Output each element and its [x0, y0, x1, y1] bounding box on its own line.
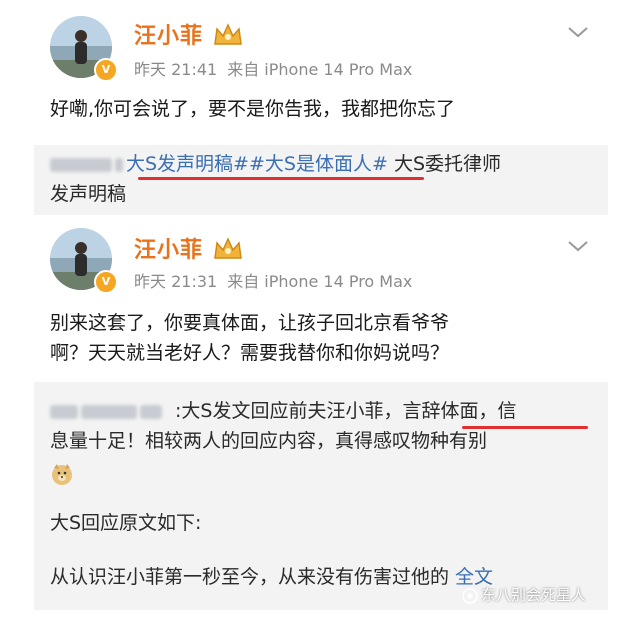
repost-box[interactable]: 大S发声明稿##大S是体面人# 大S委托律师 发声明稿 — [34, 145, 608, 215]
repost-paragraph: 大S回应原文如下: — [50, 512, 202, 534]
hashtag-link[interactable]: #大S是体面人# — [249, 153, 388, 175]
repost-text: 大S委托律师 — [393, 153, 501, 175]
repost-box[interactable]: :大S发文回应前夫汪小菲，言辞体面，信 息量十足！相较两人的回应内容，真得感叹物… — [34, 382, 608, 610]
username[interactable]: 汪小菲 — [134, 232, 203, 264]
post-time: 昨天 21:31 — [134, 272, 218, 291]
blurred-username — [50, 404, 78, 419]
red-underline — [138, 177, 424, 180]
repost-line-1: :大S发文回应前夫汪小菲，言辞体面，信 — [50, 396, 600, 426]
repost-text: :大S发文回应前夫汪小菲，言辞体面，信 — [175, 400, 517, 422]
chevron-down-icon[interactable] — [566, 24, 590, 40]
repost-line-1: 大S发声明稿##大S是体面人# 大S委托律师 — [50, 149, 600, 179]
post-text-line-1: 别来这套了，你要真体面，让孩子回北京看爷爷 — [50, 312, 450, 334]
repost-line-2: 息量十足！相较两人的回应内容，真得感叹物种有别 — [50, 430, 488, 452]
post-meta: 昨天 21:41 来自 iPhone 14 Pro Max — [134, 56, 422, 80]
verified-badge-icon: V — [94, 270, 118, 294]
crown-icon — [214, 237, 242, 259]
blurred-username — [50, 157, 112, 172]
blurred-username — [81, 404, 137, 419]
weibo-post-2: V 汪小菲 昨天 21:31 来自 iPhone 14 Pro Max 别来这套了… — [0, 226, 620, 620]
post-meta: 昨天 21:31 来自 iPhone 14 Pro Max — [134, 268, 422, 292]
doge-emoji-icon — [52, 463, 72, 485]
weibo-post-1: V 汪小菲 昨天 21:41 来自 iPhone 14 Pro Max 好嘞,你可… — [0, 0, 620, 230]
blurred-username — [115, 157, 123, 172]
chevron-down-icon[interactable] — [566, 238, 590, 254]
watermark: 东八别会死星人 — [462, 584, 586, 605]
post-source: 来自 iPhone 14 Pro Max — [227, 272, 413, 291]
hashtag-link[interactable]: 大S发声明稿# — [126, 153, 249, 175]
repost-text: 从认识汪小菲第一秒至今，从来没有伤害过他的 — [50, 566, 450, 588]
repost-emoji-line — [50, 458, 600, 488]
username[interactable]: 汪小菲 — [134, 18, 203, 50]
crown-icon — [214, 23, 242, 45]
verified-badge-icon: V — [94, 58, 118, 82]
post-text-line-2: 啊？天天就当老好人？需要我替你和你妈说吗？ — [50, 342, 450, 364]
repost-line-2: 发声明稿 — [50, 183, 127, 205]
watermark-logo-icon — [462, 587, 478, 604]
watermark-text: 东八别会死星人 — [481, 586, 587, 604]
post-source: 来自 iPhone 14 Pro Max — [227, 60, 413, 79]
blurred-username — [140, 404, 162, 419]
post-text: 好嘞,你可会说了，要不是你告我，我都把你忘了 — [50, 98, 456, 120]
post-time: 昨天 21:41 — [134, 60, 218, 79]
